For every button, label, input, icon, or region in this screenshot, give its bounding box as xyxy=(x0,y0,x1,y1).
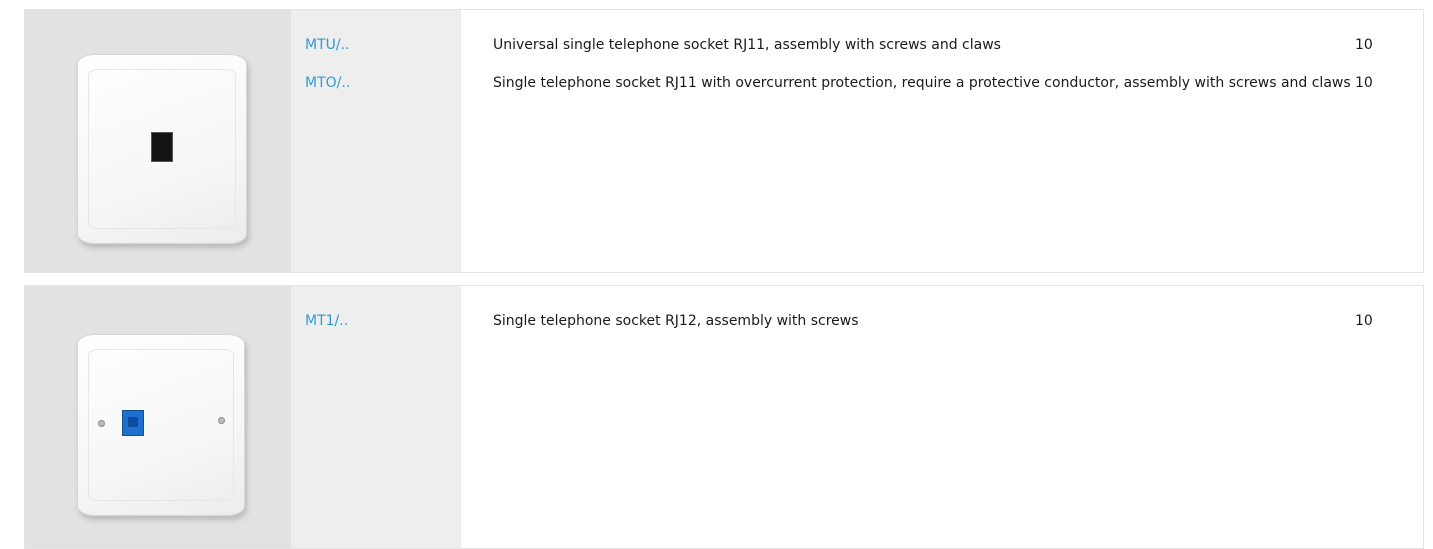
rj11-port-icon xyxy=(151,132,173,162)
product-description-column: Single telephone socket RJ12, assembly w… xyxy=(461,286,1423,548)
product-quantity: 10 xyxy=(1355,313,1373,329)
product-image-telephone-socket-rj11 xyxy=(25,10,291,272)
product-catalog: MTU/.. MTO/.. Universal single telephone… xyxy=(24,9,1424,549)
product-code-mtu[interactable]: MTU/.. xyxy=(305,36,461,74)
product-row: MTU/.. MTO/.. Universal single telephone… xyxy=(24,9,1424,273)
product-image-telephone-socket-rj12 xyxy=(25,286,291,548)
product-code-column: MTU/.. MTO/.. xyxy=(291,10,461,272)
screw-icon xyxy=(98,420,105,427)
product-quantity: 10 xyxy=(1355,75,1373,91)
socket-plate xyxy=(77,334,245,516)
product-description: Single telephone socket RJ12, assembly w… xyxy=(493,313,859,329)
product-code-column: MT1/.. xyxy=(291,286,461,548)
product-row: MT1/.. Single telephone socket RJ12, ass… xyxy=(24,285,1424,549)
product-description-column: Universal single telephone socket RJ11, … xyxy=(461,10,1423,272)
list-item: Single telephone socket RJ12, assembly w… xyxy=(493,312,1403,350)
product-description: Universal single telephone socket RJ11, … xyxy=(493,37,1001,53)
socket-plate-frame xyxy=(88,349,234,501)
screw-icon xyxy=(218,417,225,424)
list-item: Universal single telephone socket RJ11, … xyxy=(493,36,1403,74)
product-quantity: 10 xyxy=(1355,37,1373,53)
product-code-mto[interactable]: MTO/.. xyxy=(305,74,461,112)
rj12-port-icon xyxy=(122,410,144,436)
list-item: Single telephone socket RJ11 with overcu… xyxy=(493,74,1403,112)
product-code-mt1[interactable]: MT1/.. xyxy=(305,312,461,350)
socket-plate xyxy=(77,54,247,244)
product-description: Single telephone socket RJ11 with overcu… xyxy=(493,75,1351,91)
